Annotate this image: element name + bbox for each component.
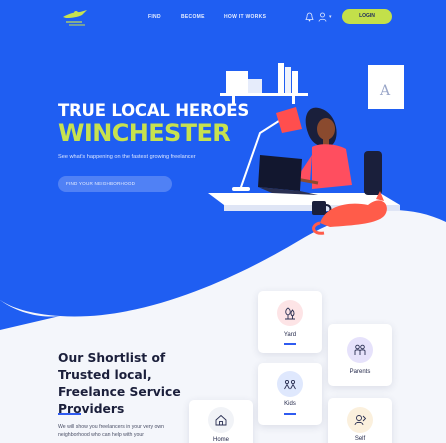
hero-subtitle: See what's happening on the fastest grow…	[58, 154, 196, 160]
house-icon	[215, 414, 227, 426]
category-card-parents[interactable]: Parents	[328, 324, 392, 386]
category-card-home[interactable]: Home	[189, 400, 253, 443]
title-underline	[58, 413, 81, 415]
neighborhood-search-input[interactable]: FIND YOUR NEIGHBORHOOD	[58, 176, 172, 192]
mug	[312, 201, 326, 215]
desk-lamp	[276, 107, 302, 133]
nav-how-it-works-link[interactable]: HOW IT WORKS	[224, 14, 266, 20]
search-placeholder: FIND YOUR NEIGHBORHOOD	[66, 181, 136, 186]
bell-icon[interactable]	[305, 12, 314, 22]
category-label-kids: Kids	[284, 401, 296, 407]
login-button[interactable]: LOGIN	[342, 9, 392, 24]
category-card-kids[interactable]: Kids	[258, 363, 322, 425]
yard-icon-circle	[277, 300, 303, 326]
hero-illustration: A	[208, 63, 404, 235]
children-icon	[284, 379, 296, 390]
chevron-down-icon[interactable]: ▾	[329, 14, 332, 20]
category-card-yard[interactable]: Yard	[258, 291, 322, 353]
category-label-parents: Parents	[349, 369, 371, 375]
user-icon[interactable]	[318, 12, 327, 22]
person-icon	[354, 415, 367, 426]
kids-underline	[284, 413, 296, 415]
section-description: We will show you freelancers in your ver…	[58, 424, 165, 438]
kids-icon-circle	[277, 371, 303, 397]
yard-underline	[284, 343, 296, 345]
laptop	[258, 155, 302, 191]
category-label-yard: Yard	[283, 332, 297, 338]
category-label-self: Self	[354, 436, 366, 442]
logo-icon[interactable]	[60, 8, 90, 28]
category-card-self[interactable]: Self	[328, 398, 392, 443]
parents-icon-circle	[347, 337, 373, 363]
svg-text:A: A	[379, 83, 391, 99]
family-icon	[354, 344, 366, 355]
top-navigation: FIND BECOME HOW IT WORKS ▾ LOGIN	[0, 0, 446, 34]
self-icon-circle	[347, 407, 373, 433]
tree-icon	[285, 307, 295, 320]
home-icon-circle	[208, 407, 234, 433]
category-label-home: Home	[212, 437, 229, 443]
nav-find-link[interactable]: FIND	[148, 14, 161, 20]
shelf	[220, 93, 308, 96]
nav-become-link[interactable]: BECOME	[181, 14, 205, 20]
